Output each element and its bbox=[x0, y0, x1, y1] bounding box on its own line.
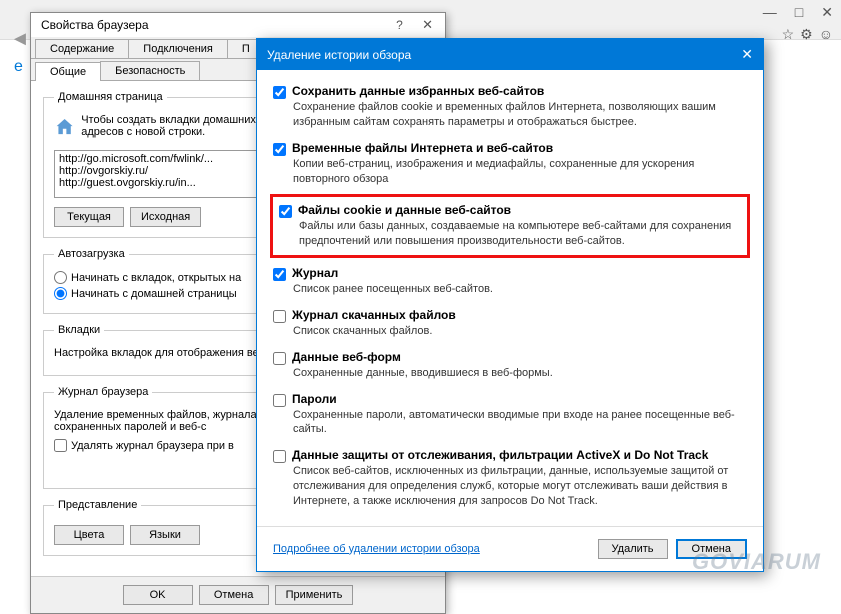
star-icon[interactable]: ☆ bbox=[782, 26, 795, 43]
tab-general[interactable]: Общие bbox=[35, 62, 101, 81]
colors-button[interactable]: Цвета bbox=[54, 525, 124, 545]
tab-connections[interactable]: Подключения bbox=[128, 39, 228, 58]
props-titlebar[interactable]: Свойства браузера ? ✕ bbox=[31, 13, 445, 37]
delete-option-check[interactable]: Журнал bbox=[273, 266, 747, 281]
tab-content[interactable]: Содержание bbox=[35, 39, 129, 58]
window-maximize[interactable]: □ bbox=[795, 4, 803, 21]
delete-option-check[interactable]: Файлы cookie и данные веб-сайтов bbox=[279, 203, 741, 218]
delete-option-1: Временные файлы Интернета и веб-сайтов Ко… bbox=[273, 141, 747, 187]
delete-option-7: Данные защиты от отслеживания, фильтраци… bbox=[273, 448, 747, 509]
option-title: Файлы cookie и данные веб-сайтов bbox=[298, 203, 511, 217]
delete-option-6: Пароли Сохраненные пароли, автоматически … bbox=[273, 392, 747, 438]
back-arrow-icon[interactable]: ◄ bbox=[10, 28, 30, 51]
del-titlebar[interactable]: Удаление истории обзора ✕ bbox=[257, 39, 763, 70]
current-button[interactable]: Текущая bbox=[54, 207, 124, 227]
cancel-button[interactable]: Отмена bbox=[199, 585, 269, 605]
option-desc: Список ранее посещенных веб-сайтов. bbox=[293, 282, 747, 297]
help-icon[interactable]: ? bbox=[396, 18, 403, 32]
delete-option-check[interactable]: Временные файлы Интернета и веб-сайтов bbox=[273, 141, 747, 156]
option-desc: Список скачанных файлов. bbox=[293, 324, 747, 339]
delete-option-0: Сохранить данные избранных веб-сайтов Сох… bbox=[273, 84, 747, 130]
option-title: Пароли bbox=[292, 392, 337, 406]
option-desc: Копии веб-страниц, изображения и медиафа… bbox=[293, 157, 747, 187]
option-desc: Сохранение файлов cookie и временных фай… bbox=[293, 100, 747, 130]
option-title: Сохранить данные избранных веб-сайтов bbox=[292, 84, 544, 98]
apply-button[interactable]: Применить bbox=[275, 585, 354, 605]
default-button[interactable]: Исходная bbox=[130, 207, 201, 227]
close-icon[interactable]: ✕ bbox=[416, 15, 439, 34]
delete-option-3: Журнал Список ранее посещенных веб-сайтов… bbox=[273, 266, 747, 297]
option-desc: Сохраненные пароли, автоматически вводим… bbox=[293, 408, 747, 438]
option-title: Данные защиты от отслеживания, фильтраци… bbox=[292, 448, 708, 462]
history-legend: Журнал браузера bbox=[54, 386, 152, 398]
option-title: Временные файлы Интернета и веб-сайтов bbox=[292, 141, 553, 155]
homepage-legend: Домашняя страница bbox=[54, 91, 167, 103]
delete-option-check[interactable]: Сохранить данные избранных веб-сайтов bbox=[273, 84, 747, 99]
view-legend: Представление bbox=[54, 499, 141, 511]
tab-security[interactable]: Безопасность bbox=[100, 61, 200, 80]
close-icon[interactable]: ✕ bbox=[741, 46, 753, 63]
window-close[interactable]: ✕ bbox=[821, 4, 833, 21]
del-title-text: Удаление истории обзора bbox=[267, 48, 411, 62]
props-title-text: Свойства браузера bbox=[41, 18, 149, 32]
delete-option-check[interactable]: Пароли bbox=[273, 392, 747, 407]
delete-option-2: Файлы cookie и данные веб-сайтов Файлы ил… bbox=[270, 194, 750, 258]
delete-option-check[interactable]: Журнал скачанных файлов bbox=[273, 308, 747, 323]
ie-logo-icon: e bbox=[14, 58, 23, 76]
delete-button[interactable]: Удалить bbox=[598, 539, 668, 559]
option-title: Журнал bbox=[292, 266, 338, 280]
option-desc: Список веб-сайтов, исключенных из фильтр… bbox=[293, 464, 747, 509]
ok-button[interactable]: OK bbox=[123, 585, 193, 605]
languages-button[interactable]: Языки bbox=[130, 525, 200, 545]
option-title: Данные веб-форм bbox=[292, 350, 401, 364]
delete-history-dialog: Удаление истории обзора ✕ Сохранить данн… bbox=[256, 38, 764, 572]
delete-option-check[interactable]: Данные защиты от отслеживания, фильтраци… bbox=[273, 448, 747, 463]
learn-more-link[interactable]: Подробнее об удалении истории обзора bbox=[273, 543, 480, 555]
watermark: GOVIARUM bbox=[692, 549, 821, 575]
smile-icon[interactable]: ☺ bbox=[819, 26, 833, 43]
delete-option-5: Данные веб-форм Сохраненные данные, вводи… bbox=[273, 350, 747, 381]
autoload-legend: Автозагрузка bbox=[54, 248, 129, 260]
tabs-legend: Вкладки bbox=[54, 324, 104, 336]
delete-option-4: Журнал скачанных файлов Список скачанных … bbox=[273, 308, 747, 339]
option-desc: Сохраненные данные, вводившиеся в веб-фо… bbox=[293, 366, 747, 381]
gear-icon[interactable]: ⚙ bbox=[800, 26, 813, 43]
option-desc: Файлы или базы данных, создаваемые на ко… bbox=[299, 219, 741, 249]
window-minimize[interactable]: — bbox=[763, 4, 777, 21]
delete-option-check[interactable]: Данные веб-форм bbox=[273, 350, 747, 365]
option-title: Журнал скачанных файлов bbox=[292, 308, 456, 322]
home-icon bbox=[54, 113, 75, 141]
